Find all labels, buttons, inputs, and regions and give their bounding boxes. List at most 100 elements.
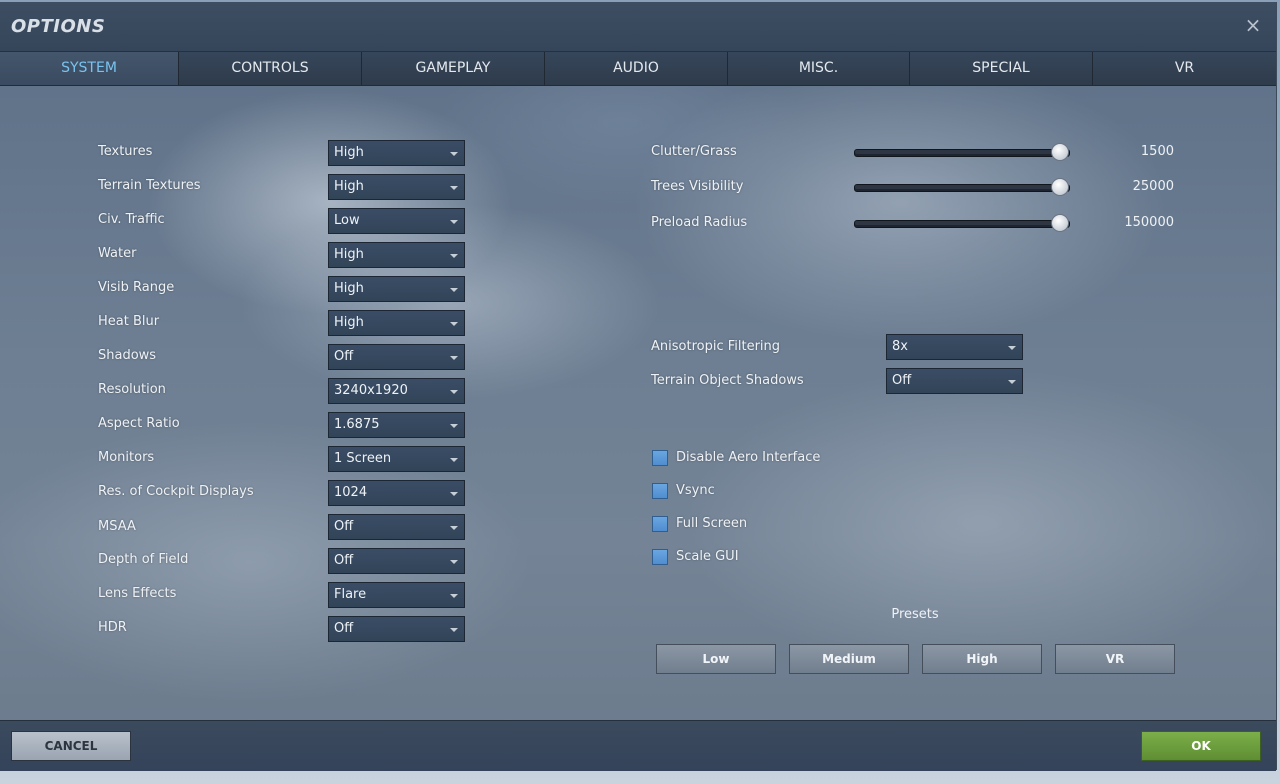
setting-label: Monitors	[98, 450, 155, 465]
slider-fill	[855, 185, 1059, 189]
select-value: Off	[334, 349, 354, 364]
aspect-ratio-select[interactable]: 1.6875	[328, 412, 465, 438]
slider-label: Trees Visibility	[651, 179, 744, 194]
cockpit-displays-select[interactable]: 1024	[328, 480, 465, 506]
slider-label: Clutter/Grass	[651, 144, 737, 159]
depth-of-field-select[interactable]: Off	[328, 548, 465, 574]
checkbox-label: Vsync	[676, 483, 715, 498]
options-window: OPTIONS × SYSTEM CONTROLS GAMEPLAY AUDIO…	[0, 2, 1277, 771]
msaa-select[interactable]: Off	[328, 514, 465, 540]
visib-range-select[interactable]: High	[328, 276, 465, 302]
tab-bar: SYSTEM CONTROLS GAMEPLAY AUDIO MISC. SPE…	[0, 52, 1276, 86]
anisotropic-filtering-select[interactable]: 8x	[886, 334, 1023, 360]
setting-label: Textures	[98, 144, 153, 159]
select-value: Flare	[334, 587, 367, 602]
setting-label: Res. of Cockpit Displays	[98, 484, 254, 499]
slider-value: 25000	[1132, 179, 1174, 194]
select-value: Off	[892, 373, 912, 388]
terrain-textures-select[interactable]: High	[328, 174, 465, 200]
setting-label: Terrain Textures	[98, 178, 201, 193]
select-value: High	[334, 145, 364, 160]
clutter-grass-slider[interactable]	[854, 143, 1070, 161]
tab-vr[interactable]: VR	[1093, 52, 1276, 85]
select-value: 3240x1920	[334, 383, 408, 398]
tab-controls[interactable]: CONTROLS	[179, 52, 362, 85]
hdr-select[interactable]: Off	[328, 616, 465, 642]
preset-vr-button[interactable]: VR	[1055, 644, 1175, 674]
tab-misc[interactable]: MISC.	[728, 52, 910, 85]
checkbox-label: Disable Aero Interface	[676, 450, 821, 465]
resolution-select[interactable]: 3240x1920	[328, 378, 465, 404]
slider-thumb[interactable]	[1051, 214, 1070, 232]
lens-effects-select[interactable]: Flare	[328, 582, 465, 608]
setting-label: Resolution	[98, 382, 166, 397]
preset-low-button[interactable]: Low	[656, 644, 776, 674]
chevron-down-icon	[450, 186, 458, 190]
chevron-down-icon	[450, 152, 458, 156]
preset-medium-button[interactable]: Medium	[789, 644, 909, 674]
heat-blur-select[interactable]: High	[328, 310, 465, 336]
chevron-down-icon	[450, 526, 458, 530]
cancel-button[interactable]: CANCEL	[11, 731, 131, 761]
chevron-down-icon	[450, 288, 458, 292]
checkbox-label: Scale GUI	[676, 549, 739, 564]
textures-select[interactable]: High	[328, 140, 465, 166]
water-select[interactable]: High	[328, 242, 465, 268]
slider-fill	[855, 150, 1059, 154]
slider-fill	[855, 221, 1059, 225]
full-screen-checkbox[interactable]	[652, 516, 668, 532]
window-title: OPTIONS	[11, 16, 106, 37]
slider-value: 1500	[1140, 144, 1174, 159]
select-value: 1 Screen	[334, 451, 392, 466]
ok-button[interactable]: OK	[1141, 731, 1261, 761]
setting-label: Shadows	[98, 348, 157, 363]
chevron-down-icon	[450, 594, 458, 598]
preload-radius-slider[interactable]	[854, 214, 1070, 232]
chevron-down-icon	[450, 322, 458, 326]
select-value: High	[334, 179, 364, 194]
monitors-select[interactable]: 1 Screen	[328, 446, 465, 472]
tab-special[interactable]: SPECIAL	[910, 52, 1093, 85]
tab-gameplay[interactable]: GAMEPLAY	[362, 52, 545, 85]
chevron-down-icon	[450, 254, 458, 258]
select-value: Off	[334, 621, 354, 636]
chevron-down-icon	[450, 628, 458, 632]
tab-audio[interactable]: AUDIO	[545, 52, 728, 85]
setting-label: Civ. Traffic	[98, 212, 165, 227]
slider-value: 150000	[1124, 215, 1174, 230]
setting-label: Lens Effects	[98, 586, 177, 601]
civ-traffic-select[interactable]: Low	[328, 208, 465, 234]
select-value: Off	[334, 519, 354, 534]
setting-label: HDR	[98, 620, 127, 635]
setting-label: Anisotropic Filtering	[651, 339, 781, 354]
select-value: 1024	[334, 485, 368, 500]
setting-label: Visib Range	[98, 280, 175, 295]
slider-label: Preload Radius	[651, 215, 748, 230]
chevron-down-icon	[450, 390, 458, 394]
terrain-object-shadows-select[interactable]: Off	[886, 368, 1023, 394]
preset-high-button[interactable]: High	[922, 644, 1042, 674]
trees-visibility-slider[interactable]	[854, 178, 1070, 196]
checkbox-label: Full Screen	[676, 516, 748, 531]
setting-label: Aspect Ratio	[98, 416, 180, 431]
select-value: High	[334, 315, 364, 330]
vsync-checkbox[interactable]	[652, 483, 668, 499]
chevron-down-icon	[450, 492, 458, 496]
close-icon[interactable]: ×	[1242, 14, 1264, 36]
scale-gui-checkbox[interactable]	[652, 549, 668, 565]
chevron-down-icon	[450, 220, 458, 224]
footer-bar: CANCEL OK	[0, 720, 1276, 771]
disable-aero-checkbox[interactable]	[652, 450, 668, 466]
title-bar: OPTIONS ×	[0, 2, 1276, 52]
tab-system[interactable]: SYSTEM	[0, 52, 179, 85]
slider-thumb[interactable]	[1051, 178, 1070, 196]
select-value: High	[334, 281, 364, 296]
setting-label: Depth of Field	[98, 552, 189, 567]
select-value: 1.6875	[334, 417, 380, 432]
shadows-select[interactable]: Off	[328, 344, 465, 370]
chevron-down-icon	[450, 356, 458, 360]
setting-label: Terrain Object Shadows	[651, 373, 804, 388]
presets-label: Presets	[891, 607, 939, 622]
slider-thumb[interactable]	[1051, 143, 1070, 161]
chevron-down-icon	[450, 560, 458, 564]
